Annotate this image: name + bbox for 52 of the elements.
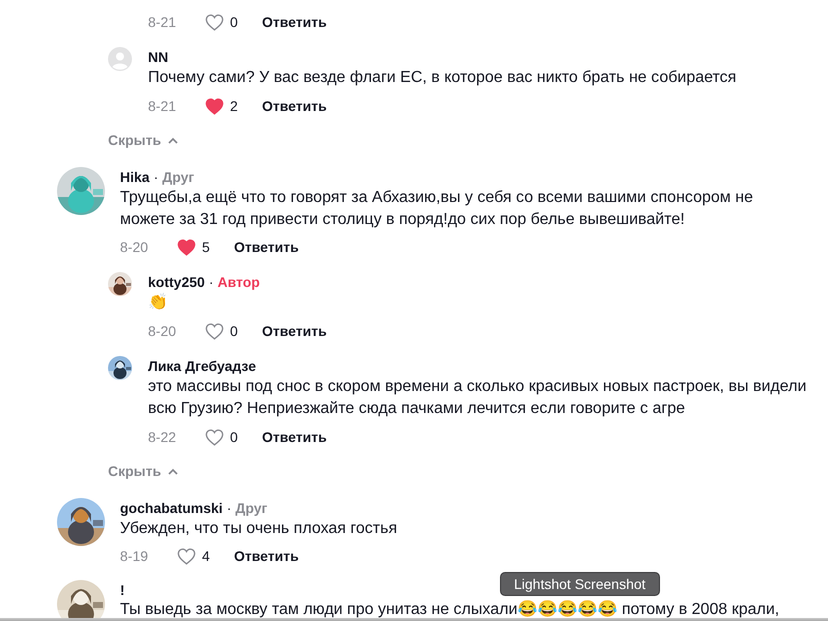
comment-text: это массивы под снос в скором времени а сколько красивых новых пастроек, вы видели всю Грузию? Неприезжайте сюда пачками лечится если говорите с агре bbox=[148, 377, 808, 419]
heart-icon bbox=[205, 14, 224, 30]
comment-text: Убежден, что ты очень плохая гостья bbox=[120, 519, 398, 539]
username[interactable]: ! bbox=[120, 582, 125, 598]
like-count: 5 bbox=[202, 239, 211, 255]
reply-link[interactable]: Ответить bbox=[262, 14, 327, 30]
comment-text: 👏 bbox=[148, 292, 169, 313]
comment-date: 8-21 bbox=[148, 14, 178, 30]
like-count: 0 bbox=[230, 323, 239, 339]
username[interactable]: Hika bbox=[120, 169, 150, 185]
like-count: 0 bbox=[230, 429, 239, 445]
heart-icon bbox=[205, 98, 224, 114]
comment-date: 8-20 bbox=[148, 323, 178, 339]
like-count: 0 bbox=[230, 14, 239, 30]
like-button[interactable] bbox=[205, 428, 224, 446]
user-role-label: Друг bbox=[235, 500, 268, 516]
user-role-label: Автор bbox=[217, 274, 260, 290]
comment-text: Почему сами? У вас везде флаги ЕС, в которое вас никто брать не собирается bbox=[148, 68, 738, 88]
chevron-up-icon bbox=[168, 136, 178, 144]
reply-link[interactable]: Ответить bbox=[234, 548, 299, 564]
username[interactable]: Лика Дгебуадзе bbox=[148, 358, 256, 374]
like-button[interactable] bbox=[177, 548, 196, 564]
tooltip: Lightshot Screenshot bbox=[500, 572, 660, 596]
username[interactable]: NN bbox=[148, 49, 168, 65]
separator-dot: · bbox=[208, 274, 214, 290]
heart-icon bbox=[177, 238, 196, 256]
like-button[interactable] bbox=[205, 98, 224, 114]
separator-dot: · bbox=[226, 500, 232, 516]
username[interactable]: gochabatumski bbox=[120, 500, 223, 516]
like-button[interactable] bbox=[205, 14, 224, 30]
chevron-up-icon bbox=[168, 468, 178, 474]
reply-link[interactable]: Ответить bbox=[262, 429, 327, 445]
username[interactable]: kotty250 bbox=[148, 274, 205, 290]
comment-date: 8-19 bbox=[120, 548, 150, 564]
reply-link[interactable]: Ответить bbox=[234, 239, 299, 255]
default-avatar-icon bbox=[108, 47, 132, 71]
comment-text: Трущебы,а ещё что то говорят за Абхазию,вы у себя со всеми вашими спонсором не можете за 31 год привести столицу в поряд!до сих пор белье вывешивайте! bbox=[120, 188, 754, 230]
comment-date: 8-21 bbox=[148, 98, 178, 114]
separator-dot: · bbox=[154, 169, 158, 185]
heart-icon bbox=[205, 428, 224, 446]
reply-link[interactable]: Ответить bbox=[262, 323, 327, 339]
like-button[interactable] bbox=[205, 322, 224, 340]
heart-icon bbox=[205, 322, 224, 340]
comment-date: 8-22 bbox=[148, 429, 178, 445]
like-button[interactable] bbox=[177, 238, 196, 256]
comment-date: 8-20 bbox=[120, 239, 150, 255]
reply-link[interactable]: Ответить bbox=[262, 98, 327, 114]
comment-text: Ты выедь за москву там люди про унитаз не слыхали😂😂😂😂😂 потому в 2008 крали, bbox=[120, 600, 780, 618]
heart-icon bbox=[177, 548, 196, 564]
like-count: 2 bbox=[230, 98, 239, 114]
like-count: 4 bbox=[202, 548, 211, 564]
user-role-label: Друг bbox=[162, 169, 194, 185]
